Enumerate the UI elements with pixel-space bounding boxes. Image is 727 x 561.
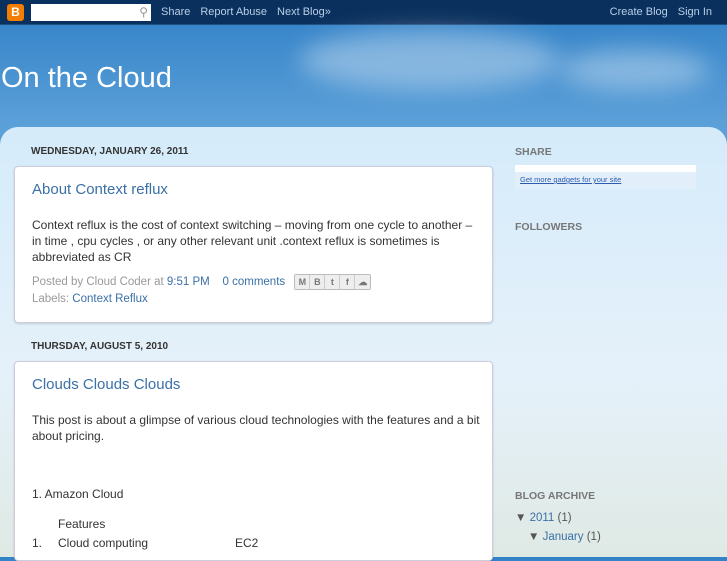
report-abuse-link[interactable]: Report Abuse [200,6,267,18]
buzz-icon[interactable]: ☁ [355,275,371,289]
post-footer: Posted by Cloud Coder at 9:51 PM 0 comme… [32,274,372,290]
post-line: 1. Cloud computing EC2 [32,536,259,550]
post-body: Context reflux is the cost of context sw… [32,218,473,264]
blog-archive-heading: BLOG ARCHIVE [515,490,596,502]
post-date: WEDNESDAY, JANUARY 26, 2011 [31,146,189,157]
comments-link[interactable]: 0 comments [223,276,286,288]
facebook-icon[interactable]: f [340,275,356,289]
triangle-down-icon[interactable]: ▼ [528,531,539,543]
labels-label: Labels: [32,293,70,305]
blogthis-icon[interactable]: B [310,275,326,289]
followers-heading: FOLLOWERS [515,221,583,233]
blog-title[interactable]: On the Cloud [1,62,172,95]
posted-by: Posted by Cloud Coder at [32,276,164,289]
twitter-icon[interactable]: t [325,275,341,289]
share-link[interactable]: Share [161,6,190,18]
post-line: Features [58,517,106,531]
search-icon[interactable]: ⚲ [139,5,148,19]
cloud-decoration [300,30,560,90]
archive-year: ▼ 2011 (1) [515,512,572,524]
post-line: 1. Amazon Cloud [32,487,124,501]
post-body: This post is about a glimpse of various … [32,413,480,443]
post-labels: Labels: Context Reflux [32,293,148,305]
get-gadgets-link[interactable]: Get more gadgets for your site [520,175,621,184]
content-area: WEDNESDAY, JANUARY 26, 2011 About Contex… [0,127,727,561]
search-input[interactable]: ⚲ [31,3,151,21]
label-link[interactable]: Context Reflux [72,293,147,305]
post-card: About Context reflux Context reflux is t… [14,166,493,323]
sign-in-link[interactable]: Sign In [678,6,712,18]
share-buttons: M Bt f ☁ [294,274,372,290]
archive-month-link[interactable]: January [543,531,584,543]
cloud-decoration [560,50,710,90]
archive-year-link[interactable]: 2011 [530,512,555,524]
post-title[interactable]: Clouds Clouds Clouds [32,376,180,393]
gadget-box: Get more gadgets for your site [515,165,696,189]
post-title[interactable]: About Context reflux [32,181,168,198]
post-date: THURSDAY, AUGUST 5, 2010 [31,341,169,352]
next-blog-link[interactable]: Next Blog» [277,6,331,18]
post-time-link[interactable]: 9:51 PM [167,276,210,288]
triangle-down-icon[interactable]: ▼ [515,512,526,524]
archive-month: ▼ January (1) [528,531,601,543]
create-blog-link[interactable]: Create Blog [610,6,668,18]
post-card: Clouds Clouds Clouds This post is about … [14,361,493,561]
navbar: B ⚲ Share Report Abuse Next Blog» Create… [0,0,727,25]
blogger-logo-icon[interactable]: B [7,3,24,21]
email-icon[interactable]: M [295,275,311,289]
share-heading: SHARE [515,146,552,158]
